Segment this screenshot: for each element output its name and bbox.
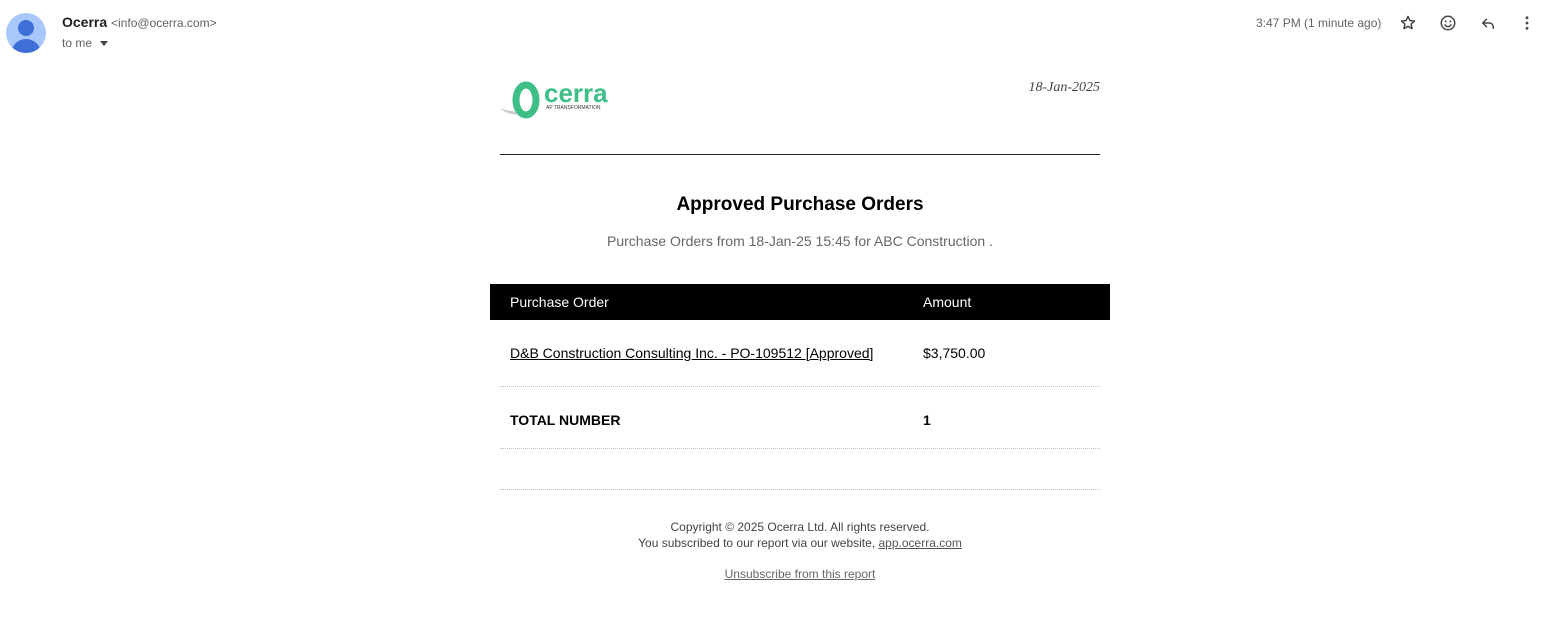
total-value: 1 <box>923 412 931 428</box>
logo-wordmark: cerra <box>544 80 608 108</box>
website-link[interactable]: app.ocerra.com <box>879 536 962 550</box>
avatar-body <box>11 39 41 53</box>
logo-tagline: AP TRANSFORMATION <box>546 105 601 111</box>
avatar-head <box>18 20 34 36</box>
subscription-note: You subscribed to our report via our web… <box>490 536 1110 550</box>
purchase-order-link[interactable]: D&B Construction Consulting Inc. - PO-10… <box>510 345 873 361</box>
unsubscribe-wrapper: Unsubscribe from this report <box>490 567 1110 581</box>
purchase-order-amount: $3,750.00 <box>923 345 986 361</box>
chevron-down-icon <box>100 40 109 46</box>
report-date: 18-Jan-2025 <box>1028 80 1100 95</box>
table-header: Purchase Order Amount <box>490 284 1110 320</box>
row-divider <box>500 386 1100 387</box>
sender-name[interactable]: Ocerra <box>62 14 107 30</box>
total-label: TOTAL NUMBER <box>510 412 621 428</box>
ocerra-logo: cerra AP TRANSFORMATION <box>500 78 620 120</box>
sender-email: <info@ocerra.com> <box>111 16 217 30</box>
column-header-purchase-order: Purchase Order <box>510 294 609 310</box>
email-view: Ocerra <info@ocerra.com> to me 3:47 PM (… <box>0 0 1550 623</box>
column-header-amount: Amount <box>923 294 972 310</box>
more-vert-icon[interactable] <box>1516 12 1538 34</box>
star-icon[interactable] <box>1397 12 1419 34</box>
report-subtitle: Purchase Orders from 18-Jan-25 15:45 for… <box>607 233 993 249</box>
email-timestamp: 3:47 PM (1 minute ago) <box>1256 16 1382 30</box>
unsubscribe-link[interactable]: Unsubscribe from this report <box>725 567 876 581</box>
recipient-details-toggle[interactable]: to me <box>62 36 109 50</box>
total-divider <box>500 448 1100 449</box>
sender-line: Ocerra <info@ocerra.com> <box>62 14 217 30</box>
header-divider <box>500 154 1100 155</box>
copyright-text: Copyright © 2025 Ocerra Ltd. All rights … <box>670 520 930 534</box>
footer-divider <box>500 489 1100 490</box>
subscription-text: You subscribed to our report via our web… <box>638 536 876 550</box>
emoji-icon[interactable] <box>1437 12 1459 34</box>
reply-icon[interactable] <box>1477 12 1499 34</box>
sender-avatar[interactable] <box>6 13 46 53</box>
recipient-label: to me <box>62 36 93 50</box>
report-title: Approved Purchase Orders <box>676 194 924 215</box>
